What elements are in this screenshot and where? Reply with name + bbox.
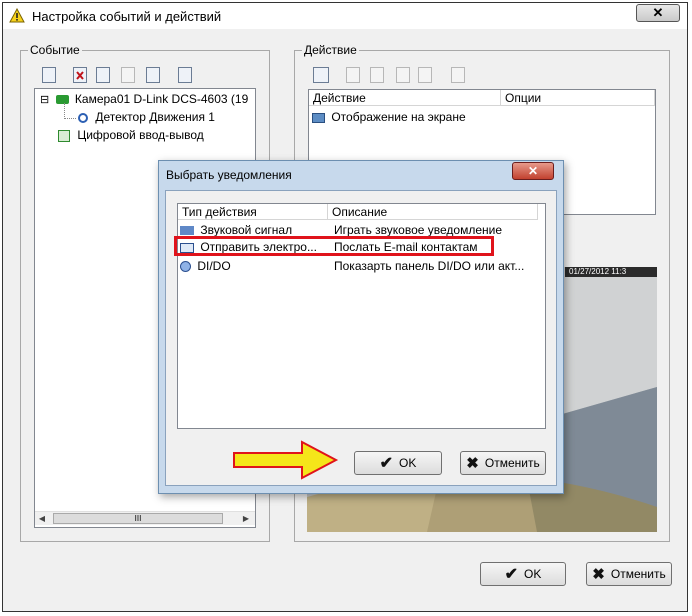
list-item-sound[interactable]: Звуковой сигнал [180, 223, 292, 237]
tree-expander[interactable]: ⊟ [40, 94, 49, 106]
tree-label-dio: Цифровой ввод-вывод [77, 128, 204, 142]
action-group-legend: Действие [302, 43, 359, 57]
window-title: Настройка событий и действий [32, 9, 222, 24]
ok-button[interactable]: ✔ OK [480, 562, 566, 586]
ok-button-label: OK [524, 567, 542, 581]
action-row[interactable]: Отображение на экране [312, 110, 466, 124]
description-col-header[interactable]: Описание [328, 204, 538, 220]
event-tree-scrollbar[interactable]: ◀ III ▶ [35, 511, 255, 525]
digital-io-icon [58, 129, 70, 142]
scroll-left-arrow[interactable]: ◀ [35, 512, 49, 526]
close-button[interactable]: ✕ [636, 4, 680, 22]
motion-detector-icon [78, 112, 88, 123]
cancel-button-label: Отменить [610, 567, 666, 581]
tree-line [64, 103, 66, 119]
dialog-title: Выбрать уведомления [166, 168, 292, 182]
tree-node-dio[interactable]: Цифровой ввод-вывод [58, 128, 204, 142]
options-col-header[interactable]: Опции [501, 90, 655, 106]
checkmark-icon: ✔ [379, 455, 394, 472]
monitor-icon [312, 112, 325, 123]
rename-icon[interactable] [146, 67, 160, 83]
scroll-right-arrow[interactable]: ▶ [239, 512, 253, 526]
delete-action-icon[interactable] [346, 67, 360, 83]
edit-action-icon[interactable] [418, 67, 432, 83]
tree-label-motion: Детектор Движения 1 [95, 110, 215, 124]
paste-icon[interactable] [121, 67, 135, 83]
delete-icon[interactable] [73, 67, 87, 83]
copy-action-icon[interactable] [370, 67, 384, 83]
paste-action-icon[interactable] [396, 67, 410, 83]
camera-icon [55, 95, 69, 105]
action-row-label: Отображение на экране [331, 110, 466, 124]
type-col-header[interactable]: Тип действия [178, 204, 328, 220]
cross-icon: ✖ [466, 455, 479, 472]
dialog-close-button[interactable]: ✕ [512, 162, 554, 180]
list-item-dio[interactable]: DI/DO [180, 259, 231, 273]
copy-icon[interactable] [96, 67, 110, 83]
pointer-arrow [233, 440, 339, 480]
tree-line [64, 118, 76, 120]
dialog-ok-label: OK [399, 456, 417, 470]
checkmark-icon: ✔ [504, 566, 519, 583]
scroll-thumb[interactable]: III [53, 513, 223, 524]
sound-description: Играть звуковое уведомление [334, 223, 503, 237]
add-action-icon[interactable] [313, 67, 329, 83]
tree-label-camera: Камера01 D-Link DCS-4603 (19 [74, 92, 249, 106]
new-document-icon[interactable] [42, 67, 56, 83]
speaker-icon [180, 226, 194, 236]
dialog-cancel-label: Отменить [484, 456, 540, 470]
dio-icon [180, 261, 191, 273]
dio-description: Показарть панель DI/DO или акт... [334, 259, 525, 273]
dialog-cancel-button[interactable]: ✖ Отменить [460, 451, 546, 475]
warning-icon [9, 8, 25, 23]
highlight-box [174, 236, 494, 256]
camera-timestamp: 01/27/2012 11:3 [569, 267, 627, 276]
dialog-ok-button[interactable]: ✔ OK [354, 451, 442, 475]
sound-label: Звуковой сигнал [200, 223, 293, 237]
cross-icon: ✖ [592, 566, 605, 583]
action-col-header[interactable]: Действие [309, 90, 501, 106]
tree-node-camera[interactable]: ⊟ Камера01 D-Link DCS-4603 (19 [40, 92, 248, 106]
book-action-icon[interactable] [451, 67, 465, 83]
properties-icon[interactable] [178, 67, 192, 83]
tree-node-motion[interactable]: Детектор Движения 1 [78, 110, 215, 124]
cancel-button[interactable]: ✖ Отменить [586, 562, 672, 586]
dio-label: DI/DO [197, 259, 231, 273]
event-group-legend: Событие [28, 43, 82, 57]
